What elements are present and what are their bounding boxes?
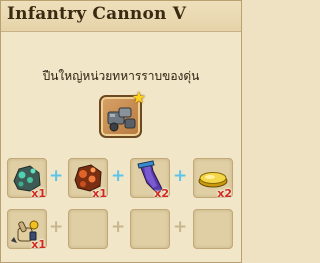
ingredient-5-quantity: x1 [31,238,46,251]
plus-icon: + [173,166,188,186]
item-title: Infantry Cannon V [7,4,187,24]
plus-icon: + [111,217,126,237]
plus-icon: + [49,217,64,237]
item-description: ปืนใหญ่หน่วยทหารราบของดุ่น [42,69,200,83]
ingredient-slot-2[interactable]: x1 [68,158,108,200]
ingredient-2-quantity: x1 [92,187,107,200]
ingredient-slot-5[interactable]: x1 [7,209,47,251]
ingredient-slot-4[interactable]: x2 [193,158,233,200]
plus-icon: + [49,166,64,186]
ingredient-slot-3[interactable]: x2 [130,158,170,200]
ingredient-3-quantity: x2 [154,187,169,200]
result-item-slot[interactable]: ★ [99,90,146,138]
empty-slot[interactable] [68,209,108,249]
empty-slot[interactable] [193,209,233,249]
empty-slot[interactable] [130,209,170,249]
plus-icon: + [111,166,126,186]
plus-icon: + [173,217,188,237]
ingredient-4-quantity: x2 [217,187,232,200]
ingredient-slot-1[interactable]: x1 [7,158,47,200]
ingredient-1-quantity: x1 [31,187,46,200]
star-icon: ★ [131,88,146,107]
title-bar: Infantry Cannon V [1,1,241,32]
crafting-panel: Infantry Cannon V ปืนใหญ่หน่วยทหารราบของ… [0,0,242,263]
